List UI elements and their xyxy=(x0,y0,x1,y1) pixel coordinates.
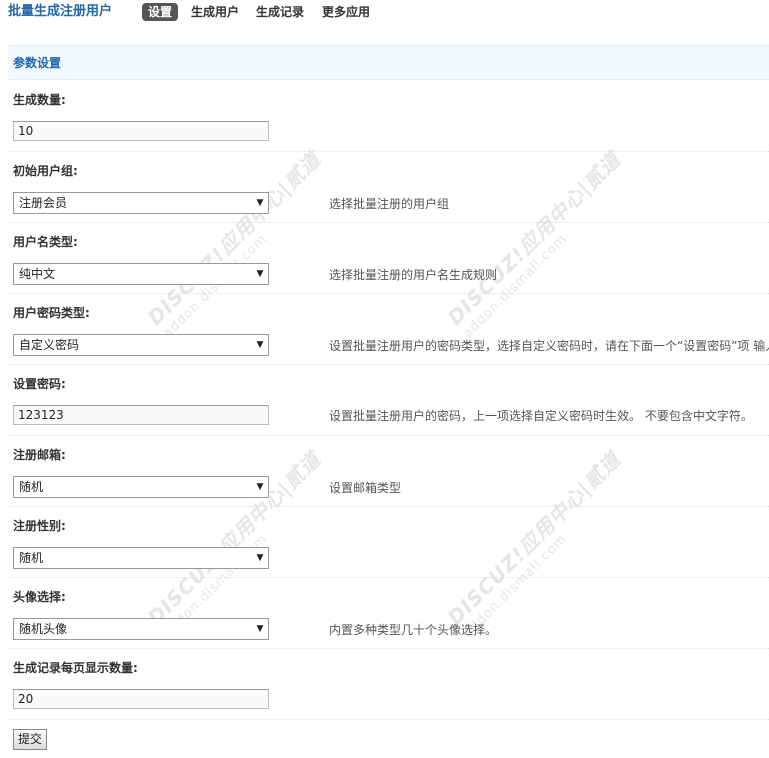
password-type-select[interactable]: 自定义密码 ▼ xyxy=(13,334,269,356)
email-select[interactable]: 随机 ▼ xyxy=(13,476,269,498)
password-input[interactable] xyxy=(13,405,269,425)
app-title: 批量生成注册用户 xyxy=(8,4,113,19)
group-label: 初始用户组: xyxy=(13,164,78,178)
email-select-value: 随机 xyxy=(19,480,44,494)
avatar-label: 头像选择: xyxy=(13,590,66,604)
tab-generate-log[interactable]: 生成记录 xyxy=(250,3,310,21)
username-type-select[interactable]: 纯中文 ▼ xyxy=(13,263,269,285)
row-divider xyxy=(8,222,769,223)
row-divider xyxy=(8,648,769,649)
tab-more-apps[interactable]: 更多应用 xyxy=(316,3,376,21)
watermark: DISCUZ!应用中心|贰道 addon.dismall.com xyxy=(442,447,626,642)
dropdown-arrow-icon: ▼ xyxy=(256,624,264,634)
row-divider xyxy=(8,293,769,294)
gender-select-value: 随机 xyxy=(19,551,44,565)
row-divider xyxy=(8,364,769,365)
username-type-hint: 选择批量注册的用户名生成规则 xyxy=(329,268,498,282)
page-size-input[interactable] xyxy=(13,689,269,709)
page-size-label: 生成记录每页显示数量: xyxy=(13,661,138,675)
watermark: DISCUZ!应用中心|贰道 addon.dismall.com xyxy=(442,147,626,342)
email-label: 注册邮箱: xyxy=(13,448,66,462)
row-divider xyxy=(8,151,769,152)
watermark: DISCUZ!应用中心|贰道 addon.dismall.com xyxy=(142,147,326,342)
count-label: 生成数量: xyxy=(13,93,66,107)
password-type-select-value: 自定义密码 xyxy=(19,338,80,352)
avatar-select[interactable]: 随机头像 ▼ xyxy=(13,618,269,640)
username-type-label: 用户名类型: xyxy=(13,235,78,249)
section-header: 参数设置 xyxy=(8,45,769,80)
dropdown-arrow-icon: ▼ xyxy=(256,340,264,350)
group-hint: 选择批量注册的用户组 xyxy=(329,197,450,211)
count-input[interactable] xyxy=(13,121,269,141)
watermark: DISCUZ!应用中心|贰道 addon.dismall.com xyxy=(142,447,326,642)
row-divider xyxy=(8,435,769,436)
row-divider xyxy=(8,577,769,578)
row-divider xyxy=(8,719,769,720)
row-divider xyxy=(8,506,769,507)
submit-button[interactable]: 提交 xyxy=(13,729,48,750)
password-type-label: 用户密码类型: xyxy=(13,306,90,320)
tab-settings[interactable]: 设置 xyxy=(142,3,179,21)
dropdown-arrow-icon: ▼ xyxy=(256,482,264,492)
email-hint: 设置邮箱类型 xyxy=(329,481,402,495)
password-label: 设置密码: xyxy=(13,377,66,391)
group-select[interactable]: 注册会员 ▼ xyxy=(13,192,269,214)
avatar-hint: 内置多种类型几十个头像选择。 xyxy=(329,623,498,637)
dropdown-arrow-icon: ▼ xyxy=(256,269,264,279)
group-select-value: 注册会员 xyxy=(19,196,68,210)
password-hint: 设置批量注册用户的密码，上一项选择自定义密码时生效。 不要包含中文字符。 xyxy=(329,409,753,423)
top-nav: 批量生成注册用户 设置 生成用户 生成记录 更多应用 xyxy=(0,0,769,26)
dropdown-arrow-icon: ▼ xyxy=(256,198,264,208)
dropdown-arrow-icon: ▼ xyxy=(256,553,264,563)
tab-generate-users[interactable]: 生成用户 xyxy=(185,3,245,21)
section-title: 参数设置 xyxy=(13,56,62,70)
avatar-select-value: 随机头像 xyxy=(19,622,68,636)
gender-select[interactable]: 随机 ▼ xyxy=(13,547,269,569)
username-type-select-value: 纯中文 xyxy=(19,267,56,281)
gender-label: 注册性别: xyxy=(13,519,66,533)
password-type-hint: 设置批量注册用户的密码类型，选择自定义密码时，请在下面一个“设置密码”项 输入 xyxy=(329,339,769,353)
